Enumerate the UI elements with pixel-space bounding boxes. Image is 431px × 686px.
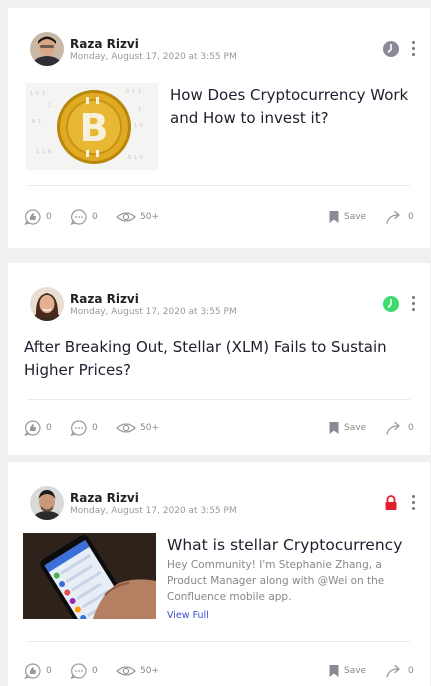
like-icon [24,420,41,436]
comment-button[interactable]: 0 [70,418,98,438]
like-icon [24,209,41,225]
post-title[interactable]: What is stellar Cryptocurrency [167,534,422,557]
post-thumbnail[interactable] [23,533,156,619]
post-thumbnail[interactable]: 1 0 1 0 1 1 0 1 1 0 1 1 0 0 1 0 1 1 B [26,83,158,170]
lock-icon [382,494,400,512]
eye-icon [116,666,136,676]
comment-icon [70,209,87,225]
post-title[interactable]: How Does Cryptocurrency Work and How to … [170,84,422,130]
post-date: Monday, August 17, 2020 at 3:55 PM [70,506,237,516]
svg-text:1 0: 1 0 [134,123,143,129]
post-actions: 0 0 50+ Save 0 [24,418,416,438]
author-name[interactable]: Raza Rizvi [70,292,139,306]
post-actions: 0 0 50+ Save 0 [24,661,416,681]
like-button[interactable]: 0 [24,418,52,438]
share-icon [386,664,400,678]
comment-button[interactable]: 0 [70,207,98,227]
author-name[interactable]: Raza Rizvi [70,37,139,51]
save-button[interactable]: Save [328,418,366,438]
views-indicator: 50+ [116,207,159,227]
views-indicator: 50+ [116,661,159,681]
share-button[interactable]: 0 [386,418,414,438]
view-count: 50+ [140,212,159,222]
avatar[interactable] [30,486,64,520]
save-button[interactable]: Save [328,207,366,227]
post-excerpt: Hey Community! I'm Stephanie Zhang, a Pr… [167,559,385,603]
svg-text:0 1 0: 0 1 0 [128,155,143,161]
avatar[interactable] [30,32,64,66]
clock-icon [382,40,400,58]
share-count: 0 [408,212,414,222]
svg-text:0 1: 0 1 [32,119,41,125]
post-card: Raza Rizvi Monday, August 17, 2020 at 3:… [8,263,430,455]
divider [28,399,410,400]
more-options-icon[interactable] [408,293,418,315]
bookmark-icon [329,665,339,677]
svg-text:0 1 1: 0 1 1 [126,89,141,95]
share-button[interactable]: 0 [386,661,414,681]
eye-icon [116,423,136,433]
clock-icon [382,295,400,313]
view-count: 50+ [140,423,159,433]
post-card: Raza Rizvi Monday, August 17, 2020 at 3:… [8,8,430,248]
svg-text:B: B [80,106,109,150]
save-label: Save [344,666,367,676]
comment-count: 0 [92,666,98,676]
share-count: 0 [408,423,414,433]
share-button[interactable]: 0 [386,207,414,227]
post-title[interactable]: After Breaking Out, Stellar (XLM) Fails … [24,336,404,382]
post-date: Monday, August 17, 2020 at 3:55 PM [70,52,237,62]
share-icon [386,421,400,435]
post-date: Monday, August 17, 2020 at 3:55 PM [70,307,237,317]
comment-count: 0 [92,212,98,222]
svg-text:1 1 0: 1 1 0 [36,149,51,155]
save-label: Save [344,212,367,222]
divider [28,185,410,186]
like-button[interactable]: 0 [24,207,52,227]
author-name[interactable]: Raza Rizvi [70,491,139,505]
post-card: Raza Rizvi Monday, August 17, 2020 at 3:… [8,462,430,686]
save-button[interactable]: Save [328,661,366,681]
comment-button[interactable]: 0 [70,661,98,681]
svg-text:1: 1 [138,107,141,113]
post-actions: 0 0 50+ Save 0 [24,207,416,227]
more-options-icon[interactable] [408,492,418,514]
save-label: Save [344,423,367,433]
like-count: 0 [46,423,52,433]
share-icon [386,210,400,224]
avatar[interactable] [30,287,64,321]
share-count: 0 [408,666,414,676]
like-button[interactable]: 0 [24,661,52,681]
divider [28,641,410,642]
bookmark-icon [329,211,339,223]
like-count: 0 [46,666,52,676]
like-icon [24,663,41,679]
more-options-icon[interactable] [408,38,418,60]
views-indicator: 50+ [116,418,159,438]
bookmark-icon [329,422,339,434]
comment-icon [70,420,87,436]
like-count: 0 [46,212,52,222]
svg-text:1: 1 [48,103,51,109]
view-count: 50+ [140,666,159,676]
comment-icon [70,663,87,679]
comment-count: 0 [92,423,98,433]
view-full-link[interactable]: View Full [167,610,209,621]
eye-icon [116,212,136,222]
svg-text:1 0 1: 1 0 1 [30,91,45,97]
